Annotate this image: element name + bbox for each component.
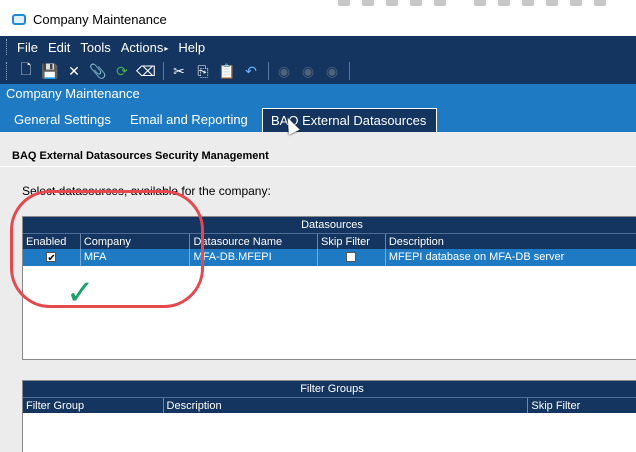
dropdown-arrow-icon: ▸ [164, 43, 169, 53]
paste-icon[interactable]: 📋 [216, 61, 238, 81]
toolbar: 🗋 💾 ✕ 📎 ⟳ ⌫ ✂ ⎘ 📋 ↶ ◉ ◉ ◉ [0, 58, 636, 84]
column-header-datasource-name[interactable]: Datasource Name [190, 234, 319, 249]
menu-help[interactable]: Help [178, 40, 205, 55]
delete-icon[interactable]: ✕ [63, 61, 85, 81]
stop-icon[interactable]: ◉ [297, 61, 319, 81]
column-header-description[interactable]: Description [386, 234, 636, 249]
menu-file[interactable]: File [17, 40, 38, 55]
menu-bar: File Edit Tools Actions▸ Help [0, 36, 636, 58]
menu-actions[interactable]: Actions▸ [121, 40, 169, 55]
menu-actions-label: Actions [120, 39, 164, 55]
section-divider [0, 166, 636, 167]
tab-general-settings[interactable]: General Settings [6, 108, 119, 132]
filter-groups-grid-header: Filter Group Description Skip Filter [23, 397, 636, 413]
filter-groups-grid-caption: Filter Groups [23, 381, 636, 397]
window-title: Company Maintenance [33, 12, 167, 27]
refresh-icon[interactable]: ⟳ [111, 61, 133, 81]
next-icon[interactable]: ◉ [321, 61, 343, 81]
section-title: BAQ External Datasources Security Manage… [12, 150, 269, 162]
menubar-grip[interactable] [6, 39, 9, 55]
title-bar: Company Maintenance [0, 0, 636, 38]
column-header-filter-group[interactable]: Filter Group [23, 398, 164, 413]
annotation-checkmark-icon: ✓ [66, 274, 95, 312]
skip-filter-checkbox[interactable] [346, 252, 357, 263]
datasource-name-cell: MFA-DB.MFEPI [190, 249, 319, 266]
tab-email-and-reporting[interactable]: Email and Reporting [122, 108, 256, 132]
skip-filter-cell [318, 249, 386, 266]
filter-groups-grid[interactable]: Filter Groups Filter Group Description S… [22, 380, 636, 452]
attach-icon[interactable]: 📎 [87, 61, 109, 81]
app-window-icon [12, 14, 26, 25]
toolbar-separator [349, 62, 350, 80]
cut-icon[interactable]: ✂ [168, 61, 190, 81]
menu-edit[interactable]: Edit [48, 40, 70, 55]
toolbar-grip[interactable] [6, 62, 9, 80]
clear-icon[interactable]: ⌫ [135, 61, 157, 81]
prev-icon[interactable]: ◉ [273, 61, 295, 81]
save-icon[interactable]: 💾 [39, 61, 61, 81]
undo-icon[interactable]: ↶ [240, 61, 262, 81]
copy-icon[interactable]: ⎘ [192, 61, 214, 81]
menu-tools[interactable]: Tools [80, 40, 110, 55]
background-taskbar-icons [318, 0, 636, 8]
new-icon[interactable]: 🗋 [15, 61, 37, 81]
column-header-skip-filter[interactable]: Skip Filter [318, 234, 386, 249]
toolbar-separator [268, 62, 269, 80]
tab-bar: General Settings Email and Reporting BAQ… [0, 104, 636, 132]
module-header: Company Maintenance [0, 84, 636, 104]
column-header-skip-filter[interactable]: Skip Filter [528, 398, 636, 413]
annotation-circle [10, 190, 204, 308]
column-header-description[interactable]: Description [164, 398, 529, 413]
toolbar-separator [163, 62, 164, 80]
description-cell: MFEPI database on MFA-DB server [388, 251, 565, 263]
